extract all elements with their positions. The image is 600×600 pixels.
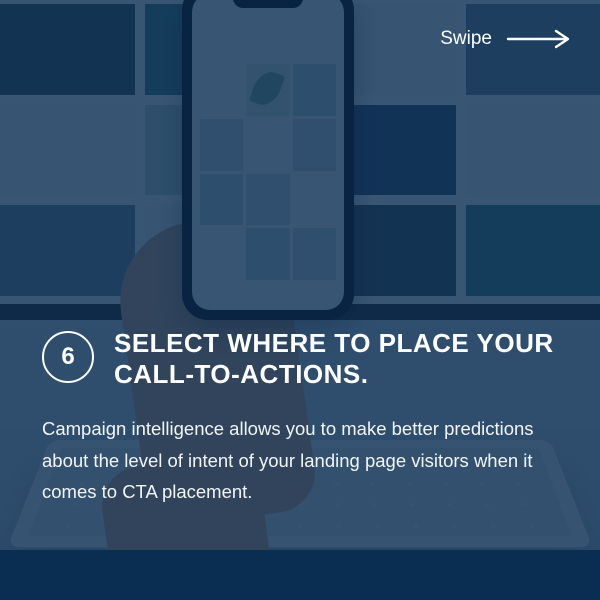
arrow-right-icon (506, 29, 572, 49)
step-number: 6 (61, 343, 74, 371)
content-section: 6 SELECT WHERE TO PLACE YOUR CALL-TO-ACT… (42, 328, 560, 508)
swipe-cta[interactable]: Swipe (440, 28, 572, 50)
step-number-badge: 6 (42, 331, 94, 383)
swipe-label: Swipe (440, 28, 492, 50)
step-title: SELECT WHERE TO PLACE YOUR CALL-TO-ACTIO… (114, 328, 560, 389)
slide-card: Swipe 6 SELECT WHERE TO PLACE YOUR CALL-… (0, 0, 600, 600)
step-body: Campaign intelligence allows you to make… (42, 413, 560, 507)
